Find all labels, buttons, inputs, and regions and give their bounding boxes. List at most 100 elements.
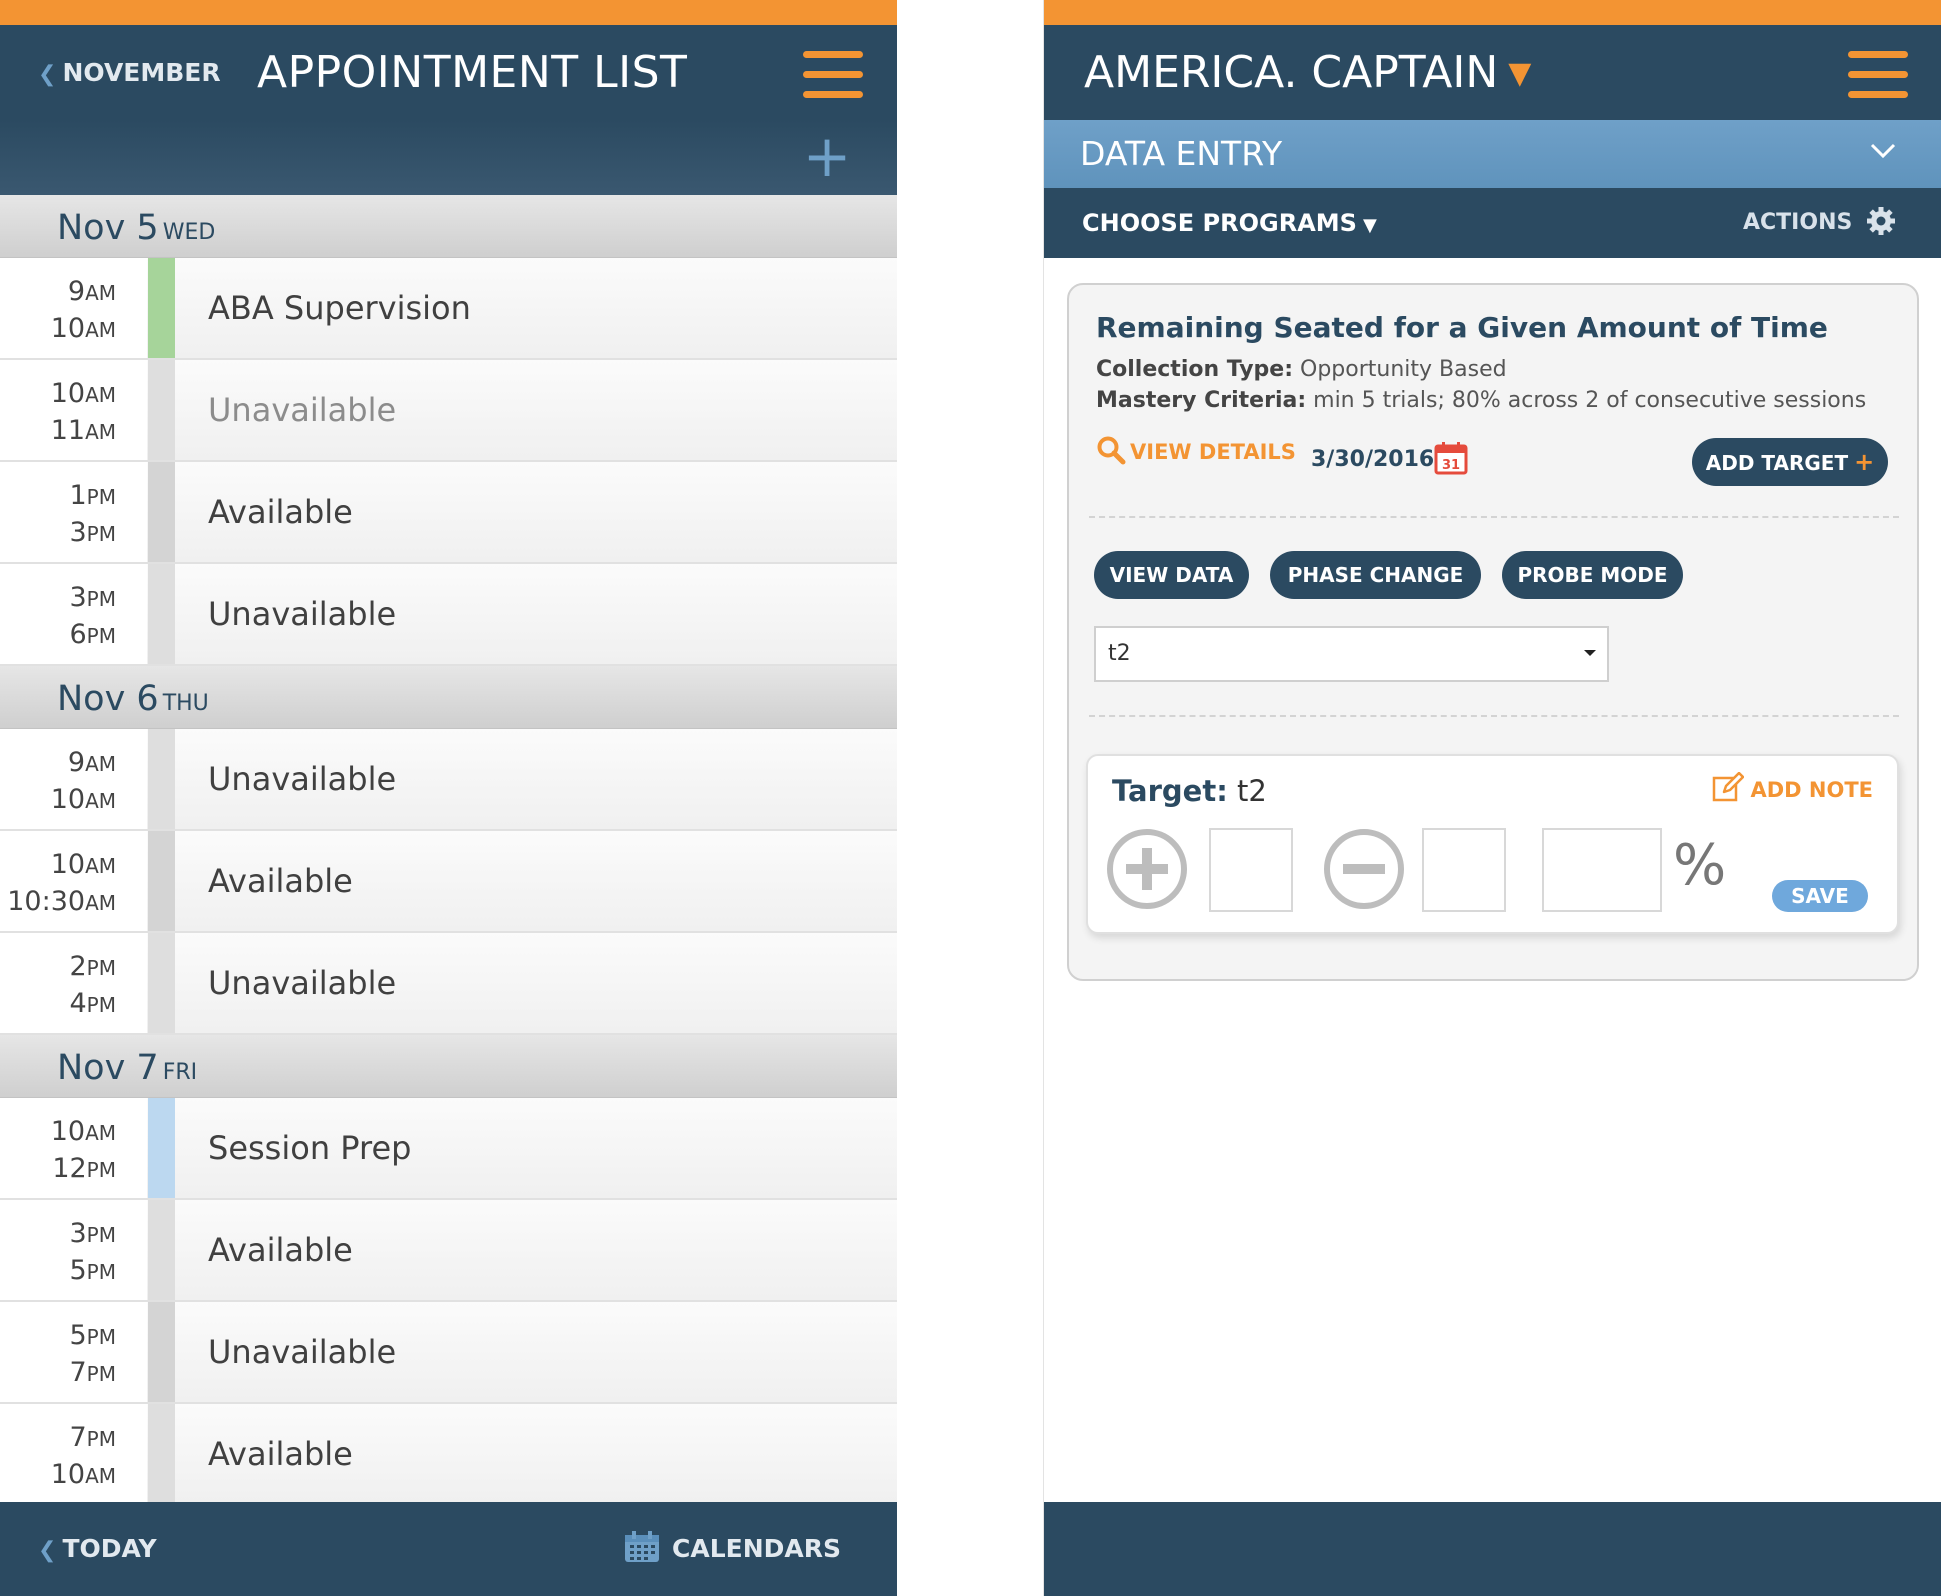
data-entry-screen: AMERICA. CAPTAIN ▼ DATA ENTRY CHOOSE PROG…: [1043, 0, 1941, 1596]
calendar-icon[interactable]: 31: [1434, 441, 1468, 475]
collection-type-value: Opportunity Based: [1300, 357, 1507, 382]
end-time-value: 10: [50, 784, 86, 815]
calendars-label: CALENDARS: [672, 1534, 841, 1563]
decrement-button[interactable]: [1323, 828, 1405, 910]
view-details-link[interactable]: VIEW DETAILS: [1096, 436, 1296, 465]
start-time-period: AM: [85, 1121, 116, 1145]
start-time-value: 3: [69, 582, 87, 613]
correct-count-input[interactable]: [1209, 828, 1293, 912]
percent-input[interactable]: [1542, 828, 1662, 912]
add-note-button[interactable]: ADD NOTE: [1712, 771, 1873, 802]
menu-icon[interactable]: [803, 51, 863, 99]
end-time-value: 10: [50, 1459, 86, 1490]
appointment-times: 10AM 11AM: [0, 360, 147, 460]
start-time: 9AM: [68, 747, 116, 778]
phase-change-button[interactable]: PHASE CHANGE: [1270, 551, 1481, 599]
start-time-value: 10: [50, 1116, 86, 1147]
appointment-title: Unavailable: [208, 1333, 397, 1371]
caret-down-icon: [1584, 650, 1596, 656]
footer-bar: ❮ TODAY CALENDARS: [0, 1502, 897, 1596]
end-time-value: 3: [69, 517, 87, 548]
increment-button[interactable]: [1106, 828, 1188, 910]
view-details-label: VIEW DETAILS: [1130, 440, 1296, 464]
note-edit-icon: [1713, 771, 1745, 802]
add-target-button[interactable]: ADD TARGET +: [1692, 438, 1888, 486]
appointment-row[interactable]: 3PM 5PM Available: [0, 1200, 897, 1302]
probe-mode-button[interactable]: PROBE MODE: [1502, 551, 1683, 599]
appointment-row[interactable]: 9AM 10AM ABA Supervision: [0, 258, 897, 360]
save-button[interactable]: SAVE: [1772, 880, 1868, 912]
target-select[interactable]: t2: [1094, 626, 1609, 682]
appointment-title: Unavailable: [208, 391, 397, 429]
status-marker: [148, 462, 175, 562]
appointment-list-screen: ❮ NOVEMBER APPOINTMENT LIST + Nov 5 WED 9AM…: [0, 0, 897, 1596]
menu-icon[interactable]: [1848, 51, 1908, 99]
day-date-label: Nov 7: [57, 1048, 159, 1088]
start-time-period: AM: [85, 281, 116, 305]
day-of-week: WED: [162, 220, 216, 245]
status-marker: [148, 1098, 175, 1198]
data-entry-section-toggle[interactable]: DATA ENTRY: [1044, 120, 1941, 188]
appointment-row[interactable]: 10AM 12PM Session Prep: [0, 1098, 897, 1200]
appointment-row[interactable]: 10AM 10:30AM Available: [0, 831, 897, 933]
appointment-title: Unavailable: [208, 760, 397, 798]
appointment-title: Unavailable: [208, 964, 397, 1002]
appointment-row[interactable]: 1PM 3PM Available: [0, 462, 897, 564]
day-header: Nov 6 THU: [0, 666, 897, 729]
start-time-period: PM: [86, 1325, 116, 1349]
start-time-value: 9: [67, 276, 86, 307]
end-time-period: PM: [86, 624, 116, 648]
appointment-row[interactable]: 7PM 10AM Available: [0, 1404, 897, 1506]
end-time-value: 6: [69, 619, 87, 650]
appointment-row[interactable]: 2PM 4PM Unavailable: [0, 933, 897, 1035]
end-time-period: PM: [86, 993, 116, 1017]
appointment-row[interactable]: 9AM 10AM Unavailable: [0, 729, 897, 831]
add-appointment-button[interactable]: +: [802, 127, 852, 185]
calendars-button[interactable]: CALENDARS: [624, 1502, 841, 1596]
client-selector[interactable]: AMERICA. CAPTAIN ▼: [1084, 25, 1531, 121]
actions-button[interactable]: ACTIONS: [1743, 188, 1896, 258]
start-time-value: 3: [69, 1218, 87, 1249]
end-time: 10AM: [51, 313, 116, 344]
start-time-value: 9: [67, 747, 86, 778]
appointment-times: 3PM 6PM: [0, 564, 147, 664]
appointment-times: 10AM 10:30AM: [0, 831, 147, 931]
start-time-period: AM: [85, 854, 116, 878]
start-time: 2PM: [69, 951, 116, 982]
choose-programs-dropdown[interactable]: CHOOSE PROGRAMS ▼: [1082, 188, 1377, 261]
end-time-value: 12: [52, 1153, 87, 1184]
appointment-list: Nov 5 WED 9AM 10AM ABA Supervision 10AM 11AM Un…: [0, 195, 897, 1506]
today-button[interactable]: ❮ TODAY: [38, 1502, 157, 1596]
gear-icon: [1867, 207, 1895, 235]
status-marker: [148, 564, 175, 664]
divider: [1089, 516, 1899, 518]
appointment-row[interactable]: 3PM 6PM Unavailable: [0, 564, 897, 666]
status-marker: [148, 831, 175, 931]
appointment-row[interactable]: 5PM 7PM Unavailable: [0, 1302, 897, 1404]
back-to-month-button[interactable]: ❮ NOVEMBER: [38, 25, 221, 120]
end-time-period: AM: [85, 420, 116, 444]
appointment-times: 3PM 5PM: [0, 1200, 147, 1300]
incorrect-count-input[interactable]: [1422, 828, 1506, 912]
end-time: 12PM: [52, 1153, 116, 1184]
target-heading: Target: t2: [1112, 774, 1267, 808]
appointment-row[interactable]: 10AM 11AM Unavailable: [0, 360, 897, 462]
appointment-times: 1PM 3PM: [0, 462, 147, 562]
divider: [1089, 715, 1899, 717]
view-data-button[interactable]: VIEW DATA: [1094, 551, 1249, 599]
appointment-times: 9AM 10AM: [0, 258, 147, 358]
end-time-period: AM: [85, 789, 116, 813]
appointment-title: Unavailable: [208, 595, 397, 633]
mastery-criteria: Mastery Criteria: min 5 trials; 80% acro…: [1096, 388, 1866, 413]
start-time-period: PM: [86, 956, 116, 980]
status-marker: [148, 1302, 175, 1402]
end-time-period: AM: [85, 318, 116, 342]
start-time: 1PM: [69, 480, 116, 511]
programs-bar: CHOOSE PROGRAMS ▼ ACTIONS: [1044, 188, 1941, 258]
caret-down-icon: ▼: [1362, 215, 1377, 236]
collection-type-label: Collection Type:: [1096, 357, 1294, 382]
end-time-period: PM: [86, 1158, 116, 1182]
add-target-label: ADD TARGET: [1705, 451, 1849, 475]
end-time: 11AM: [51, 415, 116, 446]
day-header: Nov 5 WED: [0, 195, 897, 258]
